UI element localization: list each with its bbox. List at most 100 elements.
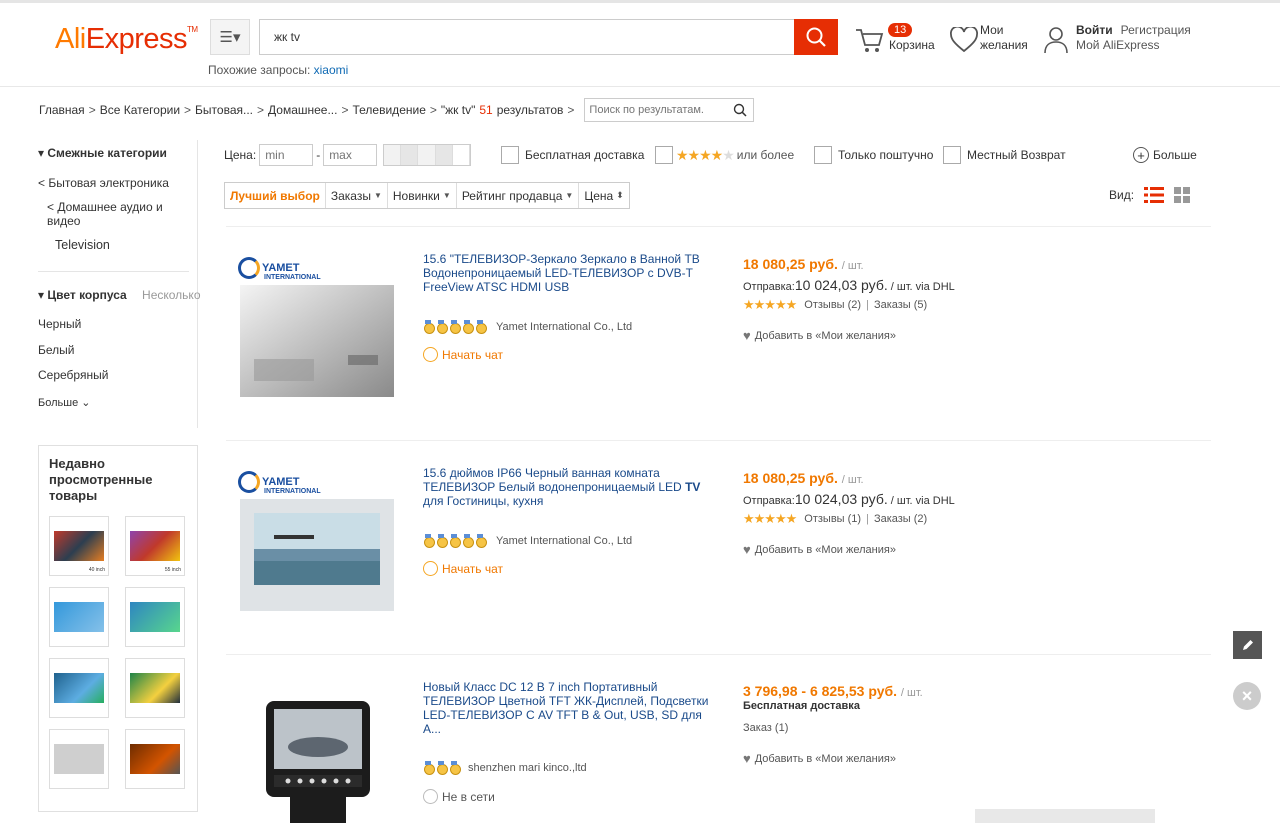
seller-link[interactable]: shenzhen mari kinco.,ltd (468, 762, 587, 774)
product-item: YAMET INTERNATIONAL 15.6 "ТЕЛЕВИЗОР-Зерка… (226, 226, 1211, 440)
reviews-link[interactable]: Отзывы (2) (804, 299, 861, 311)
recent-thumb[interactable] (49, 587, 109, 647)
categories-menu-button[interactable]: ☰▾ (210, 19, 250, 55)
seller-rating-medals: shenzhen mari kinco.,ltd (423, 761, 587, 775)
single-piece-checkbox[interactable] (814, 146, 832, 164)
medal-icon (449, 761, 461, 775)
product-price: 18 080,25 руб. / шт. (743, 256, 864, 272)
product-title[interactable]: 15.6 дюймов IP66 Черный ванная комната Т… (423, 466, 715, 508)
breadcrumb-television[interactable]: Телевидение (353, 103, 426, 117)
breadcrumb-home-audio[interactable]: Домашнее... (268, 103, 337, 117)
search-button[interactable] (794, 19, 838, 55)
register-link[interactable]: Регистрация (1121, 23, 1191, 37)
price-label: Цена: (224, 148, 257, 162)
product-image[interactable] (240, 499, 394, 611)
breadcrumb-home[interactable]: Главная (39, 103, 85, 117)
local-return-checkbox[interactable] (943, 146, 961, 164)
recent-thumb[interactable]: 40 inch (49, 516, 109, 576)
brand-logo-icon (238, 257, 260, 279)
sort-seller-rating[interactable]: Рейтинг продавца ▼ (457, 183, 580, 208)
medal-icon (423, 761, 435, 775)
medal-icon (436, 761, 448, 775)
sidebar-cat-home-audio[interactable]: < Домашнее аудио и видео (47, 200, 177, 228)
recent-thumb[interactable] (49, 729, 109, 789)
price-distribution-bar[interactable] (383, 144, 471, 166)
add-to-wishlist[interactable]: ♥ Добавить в «Мои желания» (743, 542, 896, 557)
brand-logo-icon (238, 471, 260, 493)
colors-more-link[interactable]: Больше ⌄ (38, 396, 90, 409)
product-image[interactable] (240, 285, 394, 397)
store-logo: YAMET INTERNATIONAL (238, 471, 321, 495)
rating-filter[interactable]: ★★★★ ★ или более (655, 143, 794, 167)
body-color-title[interactable]: ▾ Цвет корпуса Несколько (38, 288, 201, 302)
cart-link[interactable]: 13 Корзина (855, 23, 940, 57)
orders-link[interactable]: Заказы (5) (874, 299, 927, 311)
orders-link[interactable]: Заказ (1) (743, 722, 788, 734)
sort-updown-icon: ⬍ (616, 190, 624, 200)
start-chat-link[interactable]: Начать чат (423, 561, 503, 576)
search-within-input[interactable] (585, 99, 726, 121)
login-link[interactable]: Войти (1076, 23, 1113, 37)
search-icon[interactable] (733, 103, 747, 117)
feedback-edit-button[interactable] (1233, 631, 1262, 659)
recent-thumb[interactable]: 55 inch (125, 516, 185, 576)
star-icon: ★★★★★ (743, 511, 797, 526)
cart-count-badge: 13 (888, 23, 913, 37)
sidebar-cat-electronics[interactable]: < Бытовая электроника (38, 176, 169, 190)
reviews-link[interactable]: Отзывы (1) (804, 513, 861, 525)
breadcrumb-electronics[interactable]: Бытовая... (195, 103, 253, 117)
similar-queries: Похожие запросы: xiaomi (208, 63, 349, 77)
close-icon[interactable]: × (1233, 682, 1261, 710)
seller-link[interactable]: Yamet International Co., Ltd (496, 321, 632, 333)
orders-link[interactable]: Заказы (2) (874, 513, 927, 525)
list-view-icon[interactable] (1144, 186, 1165, 204)
price-max-input[interactable] (323, 144, 378, 166)
color-silver[interactable]: Серебряный (38, 368, 108, 382)
heart-icon (950, 27, 978, 53)
seller-link[interactable]: Yamet International Co., Ltd (496, 535, 632, 547)
add-to-wishlist[interactable]: ♥ Добавить в «Мои желания» (743, 328, 896, 343)
rating-checkbox[interactable] (655, 146, 673, 164)
start-chat-link[interactable]: Начать чат (423, 347, 503, 362)
recent-thumb[interactable] (125, 658, 185, 718)
more-filters-button[interactable]: + Больше (1133, 143, 1197, 167)
recent-thumb[interactable] (49, 658, 109, 718)
free-shipping-checkbox[interactable] (501, 146, 519, 164)
sort-new[interactable]: Новинки ▼ (388, 183, 457, 208)
product-price: 3 796,98 - 6 825,53 руб. / шт. (743, 683, 923, 699)
recent-thumb[interactable] (125, 729, 185, 789)
view-switcher: Вид: (1109, 186, 1191, 204)
price-min-input[interactable] (259, 144, 314, 166)
heart-icon: ♥ (743, 751, 751, 766)
grid-view-icon[interactable] (1174, 187, 1191, 203)
breadcrumb-all-categories[interactable]: Все Категории (100, 103, 180, 117)
sort-price[interactable]: Цена ⬍ (579, 183, 628, 208)
medal-icon (436, 320, 448, 334)
color-black[interactable]: Черный (38, 317, 81, 331)
aliexpress-logo[interactable]: AliExpressTM (55, 23, 198, 56)
breadcrumb: Главная > Все Категории > Бытовая... > Дома… (39, 98, 755, 122)
sidebar-cat-television[interactable]: Television (55, 238, 110, 252)
product-image[interactable] (240, 697, 394, 825)
color-white[interactable]: Белый (38, 343, 74, 357)
my-aliexpress-link[interactable]: Мой AliExpress (1076, 38, 1160, 52)
add-to-wishlist[interactable]: ♥ Добавить в «Мои желания» (743, 751, 896, 766)
multi-select-link[interactable]: Несколько (142, 288, 200, 302)
bottom-popup-panel[interactable] (975, 809, 1155, 823)
medal-icon (423, 534, 435, 548)
sort-best-match[interactable]: Лучший выбор (225, 183, 326, 208)
product-title[interactable]: 15.6 "ТЕЛЕВИЗОР-Зеркало Зеркало в Ванной… (423, 252, 715, 294)
similar-query-link[interactable]: xiaomi (314, 63, 349, 77)
offline-chat-link[interactable]: Не в сети (423, 789, 495, 804)
product-title[interactable]: Новый Класс DC 12 В 7 inch Портативный Т… (423, 680, 715, 736)
sort-orders[interactable]: Заказы ▼ (326, 183, 388, 208)
related-categories-title[interactable]: ▾ Смежные категории (38, 146, 167, 160)
single-piece-filter[interactable]: Только поштучно (814, 143, 933, 167)
free-shipping-filter[interactable]: Бесплатная доставка (501, 143, 644, 167)
sort-bar: Лучший выбор Заказы ▼ Новинки ▼ Рейтинг пр… (224, 182, 630, 209)
search-box (259, 19, 795, 55)
plus-circle-icon: + (1133, 147, 1149, 163)
local-return-filter[interactable]: Местный Возврат (943, 143, 1066, 167)
search-input[interactable] (260, 20, 795, 54)
recent-thumb[interactable] (125, 587, 185, 647)
